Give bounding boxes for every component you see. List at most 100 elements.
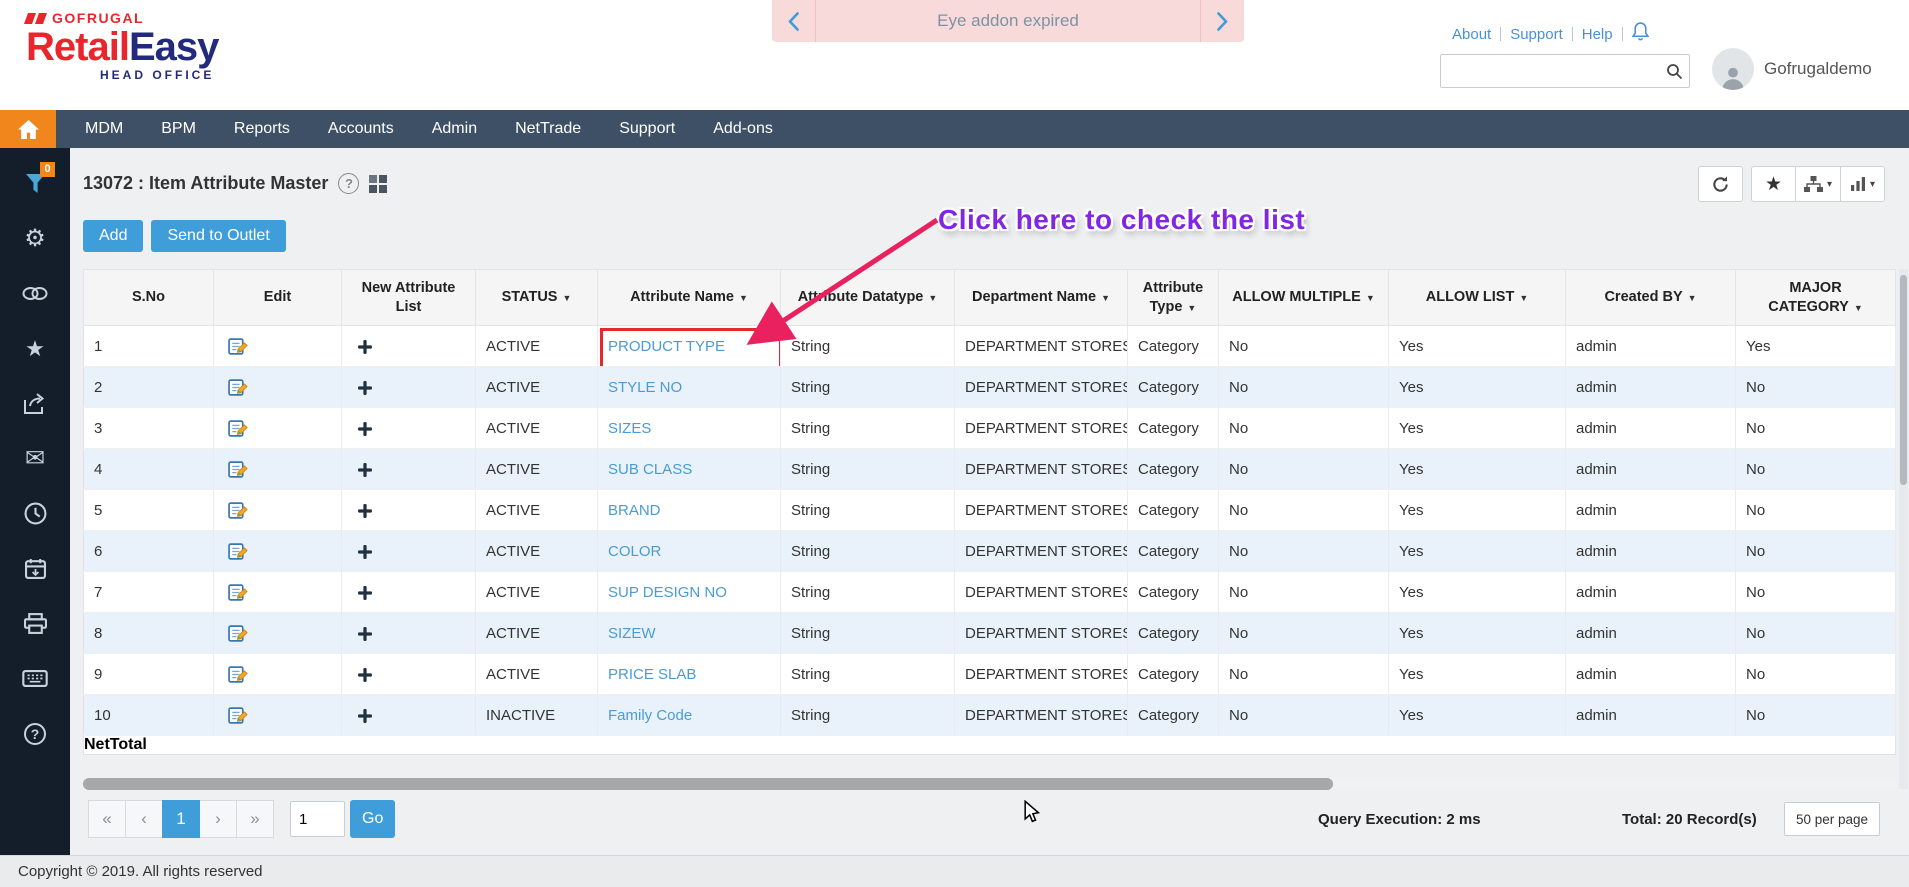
first-page-button[interactable]: «	[88, 800, 126, 838]
sort-caret-icon[interactable]: ▼	[562, 293, 571, 303]
edit-icon[interactable]	[228, 461, 248, 478]
sort-caret-icon[interactable]: ▼	[1101, 293, 1110, 303]
help-icon[interactable]: ?	[0, 706, 70, 761]
page-help-icon[interactable]: ?	[338, 173, 360, 194]
add-button[interactable]: Add	[83, 220, 144, 252]
add-attribute-plus-icon[interactable]	[358, 421, 372, 436]
column-header-created-by[interactable]: Created BY ▼	[1565, 269, 1736, 326]
nav-item-reports[interactable]: Reports	[215, 110, 309, 148]
last-page-button[interactable]: »	[236, 800, 274, 838]
sort-caret-icon[interactable]: ▼	[1366, 293, 1375, 303]
add-attribute-plus-icon[interactable]	[358, 708, 372, 723]
calendar-icon[interactable]	[0, 541, 70, 596]
add-attribute-plus-icon[interactable]	[358, 667, 372, 682]
send-to-outlet-button[interactable]: Send to Outlet	[151, 220, 286, 252]
user-menu[interactable]: Gofrugaldemo	[1712, 48, 1872, 90]
column-header-major-category[interactable]: MAJOR CATEGORY ▼	[1735, 269, 1896, 326]
about-link[interactable]: About	[1452, 26, 1491, 43]
add-attribute-plus-icon[interactable]	[358, 585, 372, 600]
attribute-name-link[interactable]: PRODUCT TYPE	[608, 338, 725, 355]
column-header-attribute-type[interactable]: Attribute Type ▼	[1127, 269, 1219, 326]
help-link[interactable]: Help	[1582, 26, 1613, 43]
attribute-name-link[interactable]: SUP DESIGN NO	[608, 584, 727, 601]
vertical-scrollbar-thumb[interactable]	[1900, 275, 1907, 485]
nav-item-accounts[interactable]: Accounts	[309, 110, 413, 148]
add-attribute-plus-icon[interactable]	[358, 544, 372, 559]
sort-caret-icon[interactable]: ▼	[1519, 293, 1528, 303]
support-link[interactable]: Support	[1510, 26, 1563, 43]
keyboard-icon[interactable]	[0, 651, 70, 706]
add-attribute-plus-icon[interactable]	[358, 462, 372, 477]
sort-caret-icon[interactable]: ▼	[1688, 293, 1697, 303]
column-header-allow-multiple[interactable]: ALLOW MULTIPLE ▼	[1218, 269, 1389, 326]
attribute-name-link[interactable]: STYLE NO	[608, 379, 682, 396]
page-number-input[interactable]	[290, 801, 345, 837]
nav-item-mdm[interactable]: MDM	[66, 110, 142, 148]
attribute-name-link[interactable]: Family Code	[608, 707, 692, 724]
go-button[interactable]: Go	[350, 800, 396, 838]
edit-icon[interactable]	[228, 707, 248, 724]
edit-icon[interactable]	[228, 379, 248, 396]
department-cell: DEPARTMENT STORES	[954, 325, 1128, 367]
sort-caret-icon[interactable]: ▼	[1187, 303, 1196, 313]
attribute-name-cell: PRODUCT TYPE	[597, 325, 781, 367]
printer-icon[interactable]	[0, 596, 70, 651]
attribute-name-link[interactable]: COLOR	[608, 543, 661, 560]
nav-item-bpm[interactable]: BPM	[142, 110, 215, 148]
star-icon[interactable]: ★	[0, 321, 70, 376]
separator	[1621, 27, 1623, 41]
nav-item-support[interactable]: Support	[600, 110, 694, 148]
edit-icon[interactable]	[228, 543, 248, 560]
add-attribute-plus-icon[interactable]	[358, 380, 372, 395]
mail-icon[interactable]: ✉	[0, 431, 70, 486]
vertical-scrollbar[interactable]	[1899, 269, 1908, 789]
edit-icon[interactable]	[228, 338, 248, 355]
nav-item-add-ons[interactable]: Add-ons	[694, 110, 792, 148]
attribute-name-link[interactable]: SIZES	[608, 420, 651, 437]
edit-icon[interactable]	[228, 584, 248, 601]
sort-caret-icon[interactable]: ▼	[928, 293, 937, 303]
horizontal-scrollbar-thumb[interactable]	[83, 778, 1333, 790]
search-input[interactable]	[1441, 55, 1659, 87]
edit-icon[interactable]	[228, 420, 248, 437]
edit-icon[interactable]	[228, 502, 248, 519]
chart-view-button[interactable]: ▾	[1840, 166, 1885, 202]
link-icon[interactable]	[0, 266, 70, 321]
column-header-status[interactable]: STATUS ▼	[475, 269, 598, 326]
hierarchy-view-button[interactable]: ▾	[1794, 166, 1841, 202]
attribute-name-link[interactable]: SUB CLASS	[608, 461, 692, 478]
column-header-attribute-name[interactable]: Attribute Name ▼	[597, 269, 781, 326]
add-attribute-plus-icon[interactable]	[358, 339, 372, 354]
edit-icon[interactable]	[228, 625, 248, 642]
per-page-select[interactable]: 50 per page	[1784, 802, 1880, 836]
notification-bell-icon[interactable]	[1631, 22, 1649, 46]
send-icon[interactable]	[0, 376, 70, 431]
favorite-button[interactable]: ★	[1750, 166, 1796, 202]
banner-prev-icon[interactable]	[772, 0, 816, 42]
add-attribute-plus-icon[interactable]	[358, 626, 372, 641]
nav-item-nettrade[interactable]: NetTrade	[496, 110, 600, 148]
search-icon[interactable]	[1659, 63, 1689, 80]
horizontal-scrollbar[interactable]	[83, 778, 1895, 790]
nav-item-admin[interactable]: Admin	[413, 110, 496, 148]
add-attribute-plus-icon[interactable]	[358, 503, 372, 518]
edit-icon[interactable]	[228, 666, 248, 683]
column-header-attribute-datatype[interactable]: Attribute Datatype ▼	[780, 269, 955, 326]
banner-next-icon[interactable]	[1200, 0, 1244, 42]
sort-caret-icon[interactable]: ▼	[1854, 303, 1863, 313]
attribute-name-link[interactable]: SIZEW	[608, 625, 656, 642]
column-header-department-name[interactable]: Department Name ▼	[954, 269, 1128, 326]
refresh-button[interactable]	[1697, 166, 1743, 202]
grid-menu-icon[interactable]	[369, 174, 388, 193]
page-1-button[interactable]: 1	[162, 800, 200, 838]
next-page-button[interactable]: ›	[199, 800, 237, 838]
gear-icon[interactable]: ⚙	[0, 211, 70, 266]
attribute-name-link[interactable]: PRICE SLAB	[608, 666, 696, 683]
sort-caret-icon[interactable]: ▼	[739, 293, 748, 303]
attribute-name-link[interactable]: BRAND	[608, 502, 661, 519]
prev-page-button[interactable]: ‹	[125, 800, 163, 838]
column-header-allow-list[interactable]: ALLOW LIST ▼	[1388, 269, 1566, 326]
nav-home-button[interactable]	[0, 110, 56, 148]
clock-icon[interactable]	[0, 486, 70, 541]
filter-icon[interactable]: 0	[0, 156, 70, 211]
